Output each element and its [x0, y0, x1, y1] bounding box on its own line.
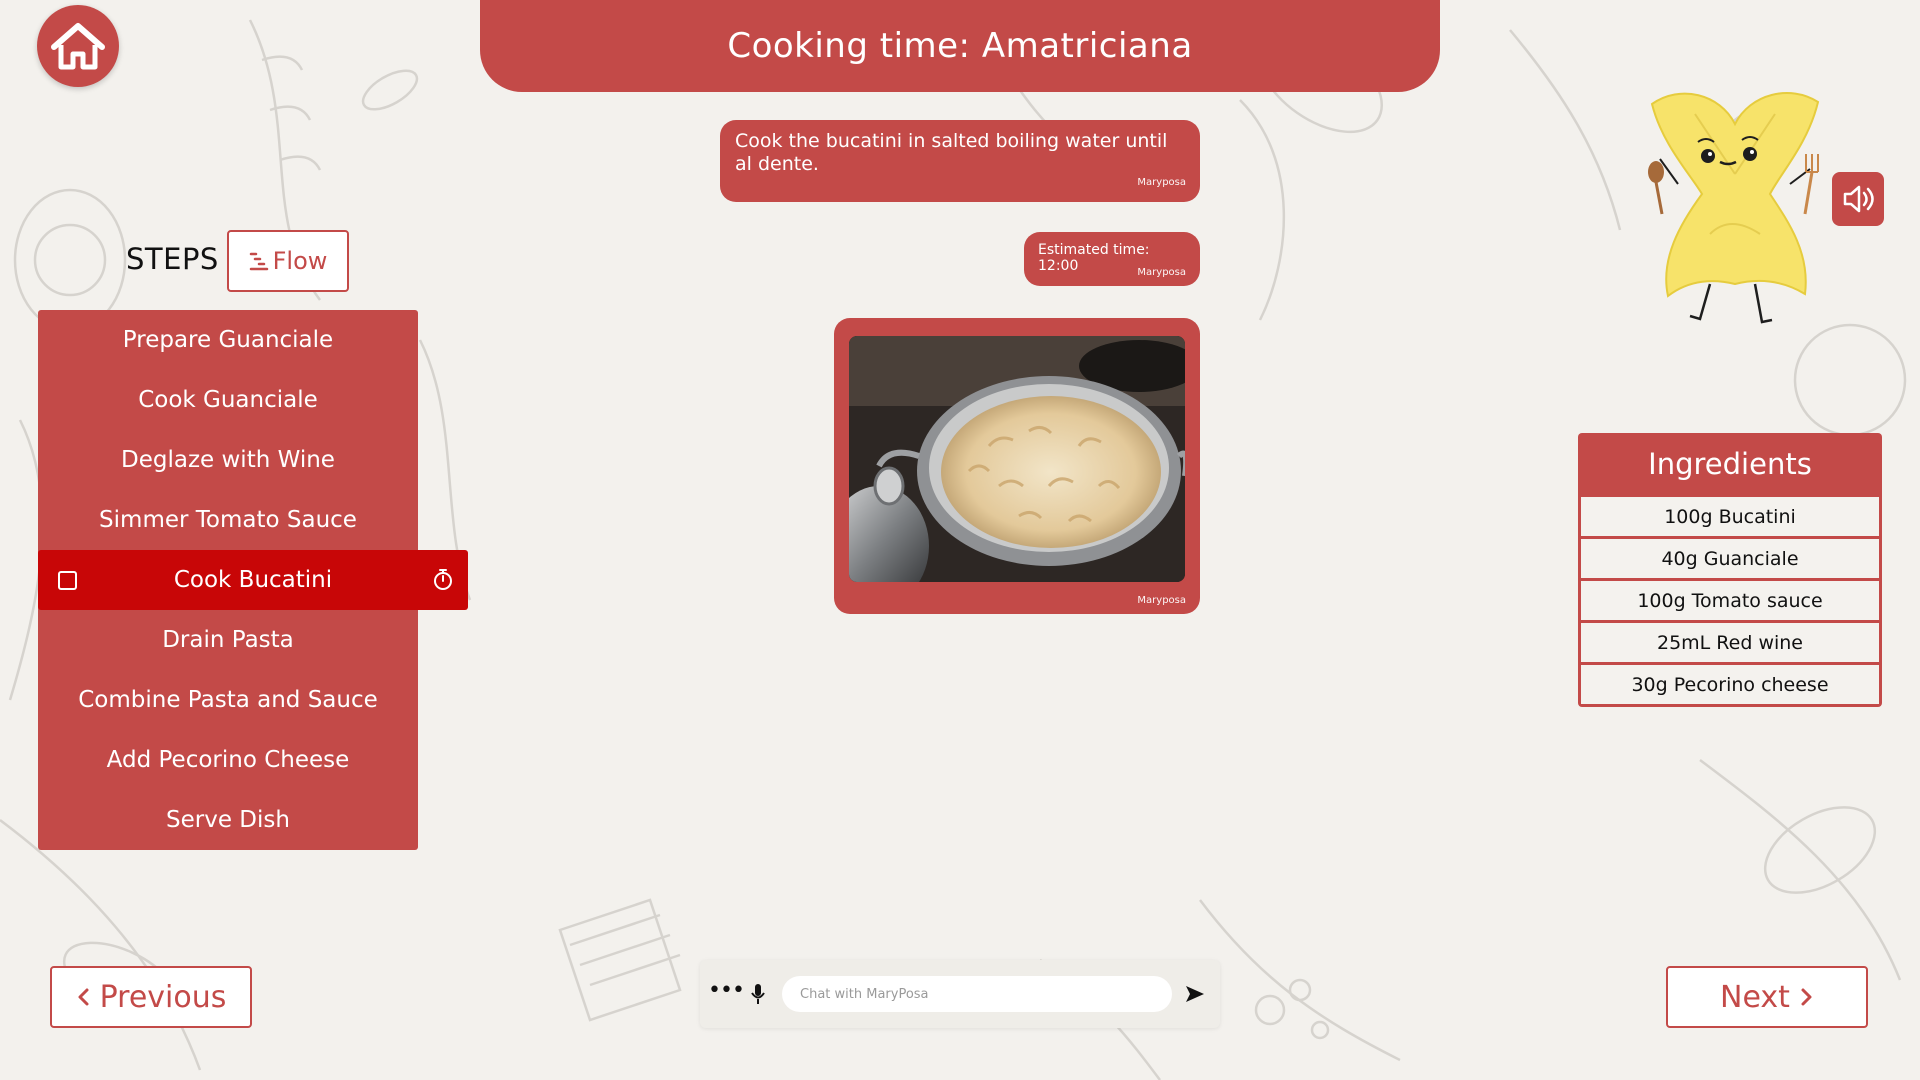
ingredients-panel: Ingredients 100g Bucatini 40g Guanciale …	[1578, 433, 1882, 707]
next-button[interactable]: Next	[1666, 966, 1868, 1028]
step-label: Serve Dish	[166, 807, 290, 833]
step-checkbox[interactable]	[58, 571, 77, 590]
chat-message-author: Maryposa	[1137, 595, 1186, 606]
ingredients-title: Ingredients	[1648, 447, 1812, 481]
step-item-active[interactable]: Cook Bucatini	[38, 550, 468, 610]
microphone-icon[interactable]	[750, 982, 766, 1006]
previous-button-label: Previous	[99, 979, 227, 1015]
ingredient-item: 40g Guanciale	[1581, 539, 1879, 578]
more-options-icon[interactable]: •••	[708, 978, 745, 1003]
step-item[interactable]: Deglaze with Wine	[38, 430, 418, 490]
flow-button-label: Flow	[272, 247, 328, 275]
chat-message-author: Maryposa	[1137, 267, 1186, 278]
next-button-label: Next	[1720, 979, 1790, 1015]
page-title: Cooking time: Amatriciana	[727, 26, 1193, 66]
ingredient-item: 30g Pecorino cheese	[1581, 665, 1879, 704]
step-label: Deglaze with Wine	[121, 447, 335, 473]
page-header: Cooking time: Amatriciana	[480, 0, 1440, 92]
step-item[interactable]: Add Pecorino Cheese	[38, 730, 418, 790]
step-label: Prepare Guanciale	[122, 327, 334, 353]
steps-heading: STEPS	[126, 242, 219, 276]
timer-icon[interactable]	[432, 567, 454, 591]
step-item[interactable]: Simmer Tomato Sauce	[38, 490, 418, 550]
home-icon	[51, 23, 105, 70]
speaker-icon	[1843, 185, 1874, 213]
step-item[interactable]: Serve Dish	[38, 790, 418, 850]
home-button[interactable]	[37, 5, 119, 87]
step-label: Combine Pasta and Sauce	[78, 687, 378, 713]
ingredient-item: 100g Bucatini	[1581, 497, 1879, 536]
chevron-right-icon	[1801, 988, 1812, 1006]
previous-button[interactable]: Previous	[50, 966, 252, 1028]
step-item[interactable]: Drain Pasta	[38, 610, 418, 670]
sound-toggle-button[interactable]	[1832, 172, 1884, 226]
pot-of-boiling-pasta-image	[849, 336, 1185, 582]
step-label: Drain Pasta	[162, 627, 294, 653]
chat-message-image: Maryposa	[834, 318, 1200, 614]
chat-message-estimated-time: Estimated time: 12:00 Maryposa	[1024, 232, 1200, 286]
chat-message-text: Cook the bucatini in salted boiling wate…	[735, 130, 1168, 175]
step-label: Cook Bucatini	[173, 567, 333, 593]
send-icon[interactable]	[1184, 984, 1206, 1004]
chat-input[interactable]	[782, 976, 1172, 1012]
step-item[interactable]: Cook Guanciale	[38, 370, 418, 430]
steps-list: Prepare Guanciale Cook Guanciale Deglaze…	[38, 310, 468, 850]
step-label: Add Pecorino Cheese	[106, 747, 350, 773]
chat-bar: •••	[700, 960, 1220, 1028]
step-label: Simmer Tomato Sauce	[99, 507, 357, 533]
step-item[interactable]: Combine Pasta and Sauce	[38, 670, 418, 730]
flow-button[interactable]: Flow	[227, 230, 349, 292]
chat-message: Cook the bucatini in salted boiling wate…	[720, 120, 1200, 202]
chevron-left-icon	[78, 988, 89, 1006]
ingredient-item: 25mL Red wine	[1581, 623, 1879, 662]
ingredient-item: 100g Tomato sauce	[1581, 581, 1879, 620]
marypasta-mascot-image	[1648, 92, 1820, 324]
step-item[interactable]: Prepare Guanciale	[38, 310, 418, 370]
step-label: Cook Guanciale	[138, 387, 318, 413]
flow-icon	[249, 252, 268, 271]
chat-message-author: Maryposa	[1137, 177, 1186, 188]
